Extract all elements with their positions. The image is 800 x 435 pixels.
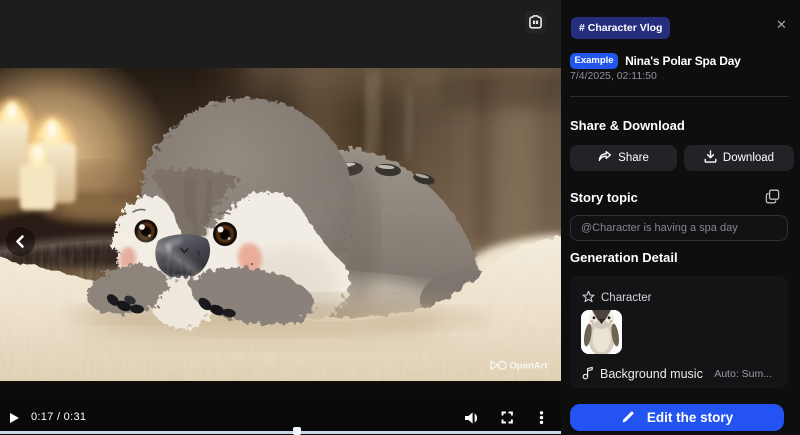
svg-text:OpenArt: OpenArt (510, 361, 549, 372)
